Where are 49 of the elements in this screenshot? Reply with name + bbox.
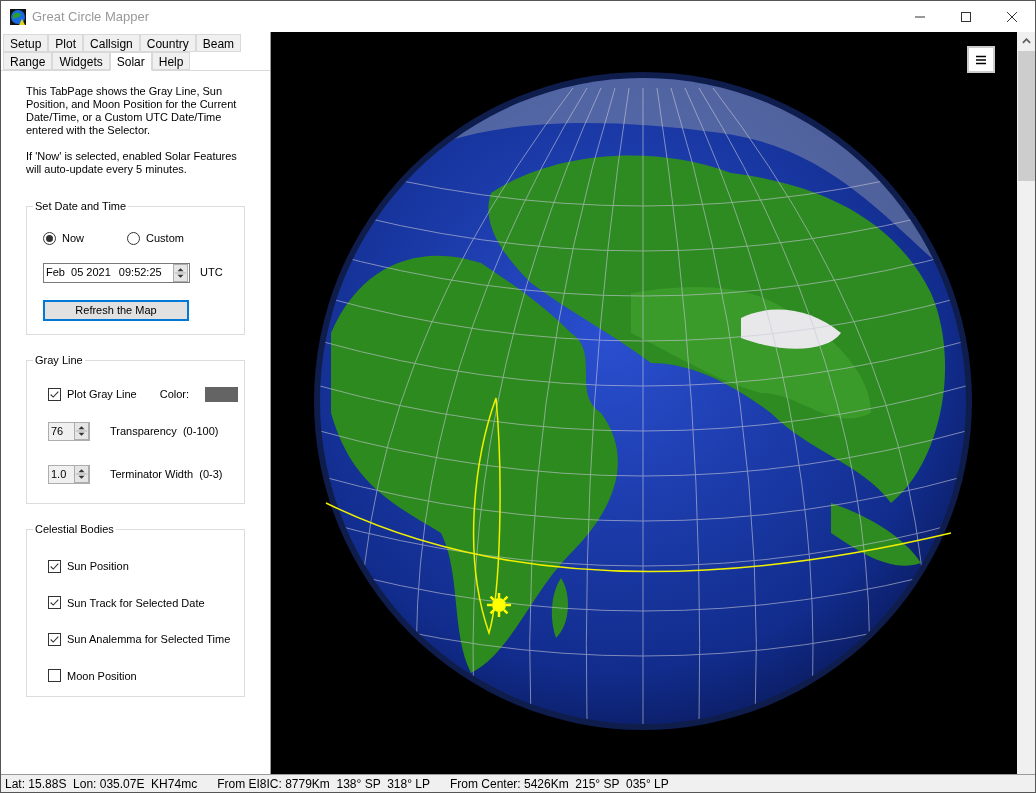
tab[interactable]: Help [151, 52, 191, 70]
checkbox-label: Sun Position [67, 559, 129, 574]
field-label: Transparency (0-100) [110, 423, 219, 439]
scroll-thumb[interactable] [1017, 51, 1035, 181]
radio-button[interactable] [43, 231, 56, 245]
tab[interactable]: Callsign [83, 34, 140, 52]
scrollbar[interactable] [1017, 32, 1035, 774]
radio-button[interactable] [127, 231, 140, 245]
description-text: This TabPage shows the Gray Line, Sun Position, and Moon Position for the Current Date/Time, or a Custom UTC Date/Time entered with the Selector. [26, 85, 238, 137]
menu-icon [976, 54, 986, 65]
checkbox[interactable] [48, 559, 61, 573]
field-label: Terminator Width (0-3) [110, 466, 223, 482]
tab[interactable]: Plot [48, 34, 84, 52]
checkbox[interactable] [48, 632, 61, 646]
status-text: From EI8IC: 8779Km 138° SP 318° LP [217, 775, 430, 792]
sun-icon [487, 593, 511, 617]
tab[interactable]: Widgets [52, 52, 110, 70]
color-swatch[interactable] [205, 386, 239, 402]
globe-app-icon [10, 8, 26, 25]
checkbox[interactable] [48, 596, 61, 610]
checkbox-label: Moon Position [67, 668, 137, 684]
menu-button[interactable] [967, 46, 995, 73]
number-field[interactable]: 76 [48, 421, 90, 441]
status-text: From Center: 5426Km 215° SP 035° LP [449, 775, 669, 792]
spinner-icon[interactable] [173, 263, 188, 282]
tab[interactable]: Beam [195, 34, 242, 52]
tab[interactable]: Solar [109, 52, 152, 71]
radio-label: Now [62, 231, 84, 246]
checkbox[interactable] [48, 387, 61, 401]
map-view[interactable] [271, 32, 1017, 774]
description-text: If 'Now' is selected, enabled Solar Features will auto-update every 5 minutes. [26, 150, 238, 176]
window-title: Great Circle Mapper [32, 7, 150, 26]
tab[interactable]: Setup [3, 34, 49, 52]
spinner-icon[interactable] [74, 422, 89, 440]
radio-label: Custom [146, 231, 184, 246]
tab[interactable]: Country [139, 34, 196, 52]
color-label: Color: [159, 387, 190, 402]
checkbox[interactable] [48, 669, 61, 683]
tab[interactable]: Range [3, 52, 53, 70]
scroll-up-icon[interactable] [1021, 38, 1031, 44]
checkbox-label: Sun Analemma for Selected Time [67, 632, 231, 647]
refresh-button[interactable]: Refresh the Map [43, 299, 189, 321]
status-text: Lat: 15.88S Lon: 035.07E KH74mc [5, 775, 198, 792]
checkbox-label: Sun Track for Selected Date [67, 595, 205, 611]
timezone-label: UTC [200, 265, 223, 281]
number-field[interactable]: 1.0 [48, 464, 90, 484]
spinner-icon[interactable] [74, 465, 89, 483]
checkbox-label: Plot Gray Line [67, 387, 137, 402]
date-time-field[interactable]: Feb 05 2021 09:52:25 [43, 262, 190, 283]
